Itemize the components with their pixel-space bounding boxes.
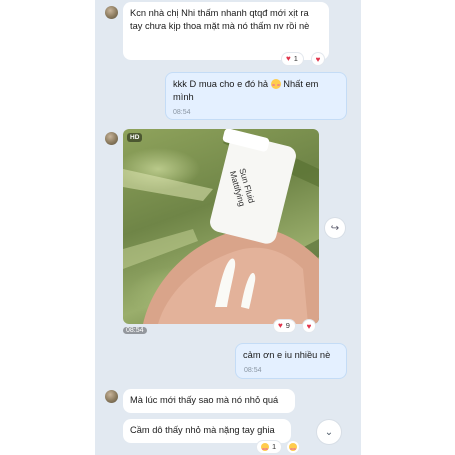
message-bubble-incoming[interactable]: Kcn nhà chị Nhi thấm nhanh qtqđ mới xịt … (123, 2, 329, 60)
heart-icon: ♥ (315, 54, 321, 64)
heart-icon: ♥ (306, 321, 312, 331)
reaction-badge[interactable]: 1 (257, 441, 282, 453)
message-text: kkk D mua cho e đó hả Nhất em mình (166, 73, 346, 103)
smiling-face-emoji-icon (270, 79, 281, 89)
reaction-count: 1 (293, 54, 298, 63)
message-time: 08:54 (173, 109, 191, 116)
photo-message[interactable]: HD Sun Fluid Mattifying (123, 129, 319, 324)
sender-avatar[interactable] (105, 390, 118, 403)
heart-react-button[interactable]: ♥ (312, 53, 324, 65)
photo-image (123, 129, 319, 324)
share-button[interactable]: ↪ (325, 218, 345, 238)
heart-icon: ♥ (286, 54, 291, 63)
message-text: Cầm dô thấy nhỏ mà nặng tay ghia (130, 425, 275, 435)
reaction-badge[interactable]: ♥ 9 (274, 320, 295, 332)
laughing-emoji-icon (261, 443, 269, 451)
chevron-down-icon: ⌄ (324, 426, 334, 438)
message-text: Kcn nhà chị Nhi thấm nhanh qtqđ mới xịt … (130, 8, 310, 31)
message-text-part: kkk D mua cho e đó hả (173, 79, 269, 89)
heart-react-button[interactable]: ♥ (303, 320, 315, 332)
smiling-emoji-icon (289, 443, 297, 451)
scroll-to-bottom-button[interactable]: ⌄ (317, 420, 341, 444)
message-bubble-incoming[interactable]: Cầm dô thấy nhỏ mà nặng tay ghia (123, 419, 291, 443)
share-icon: ↪ (330, 222, 340, 234)
message-time: 08:54 (244, 367, 262, 374)
reaction-count: 1 (272, 442, 277, 451)
reaction-count: 9 (285, 321, 290, 330)
message-text: Mà lúc mới thấy sao mà nó nhỏ quá (130, 395, 279, 405)
message-bubble-outgoing[interactable]: kkk D mua cho e đó hả Nhất em mình (165, 72, 347, 120)
sender-avatar[interactable] (105, 6, 118, 19)
hd-badge: HD (127, 133, 143, 142)
sender-avatar[interactable] (105, 132, 118, 145)
reaction-badge[interactable]: ♥ 1 (282, 53, 303, 65)
chat-screen: Kcn nhà chị Nhi thấm nhanh qtqđ mới xịt … (95, 0, 361, 455)
emoji-react-button[interactable] (287, 441, 299, 453)
message-text: cảm ơn e iu nhiều nè (243, 350, 331, 360)
message-bubble-incoming[interactable]: Mà lúc mới thấy sao mà nó nhỏ quá (123, 389, 295, 413)
heart-icon: ♥ (278, 321, 283, 330)
message-time: 08:54 (123, 327, 147, 334)
